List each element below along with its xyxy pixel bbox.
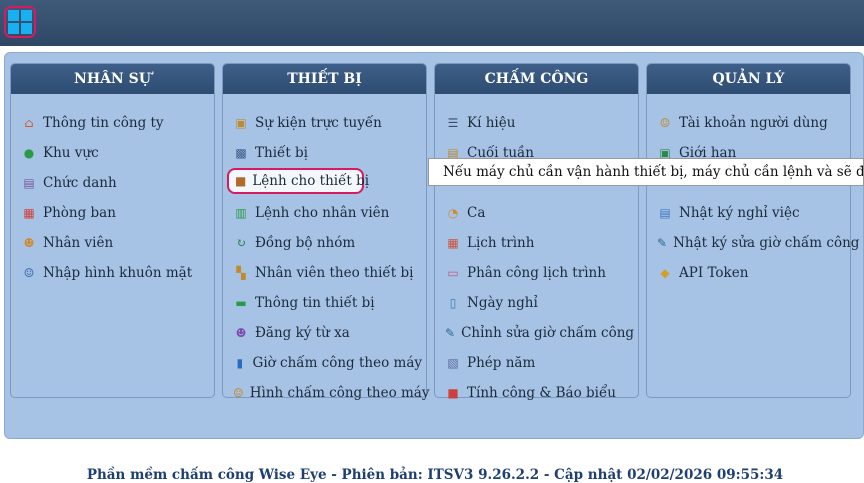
start-menu-panel: NHÂN SỰ ⌂ Thông tin công ty ● Khu vực ▤ …	[4, 52, 864, 483]
menu-item-employee[interactable]: ☻ Nhân viên	[15, 230, 210, 256]
group-icon: ☻	[23, 236, 35, 250]
menu-item-label: Kí hiệu	[467, 115, 516, 131]
menu-item-label: Lịch trình	[467, 235, 535, 251]
menu-item-day-off[interactable]: ▯ Ngày nghỉ	[439, 290, 634, 316]
column-thiet-bi: THIẾT BỊ ▣ Sự kiện trực tuyến ▩ Thiết bị…	[222, 63, 429, 401]
menu-item-label: Tài khoản người dùng	[679, 115, 828, 131]
menu-item-label: Đồng bộ nhóm	[255, 235, 356, 251]
photo-user-icon: ☺	[233, 386, 244, 400]
column-header: CHẤM CÔNG	[435, 64, 638, 94]
document-icon: ▮	[236, 356, 244, 370]
menu-item-label: Lệnh cho nhân viên	[255, 205, 390, 221]
menu-item-group-sync[interactable]: ↻ Đồng bộ nhóm	[227, 230, 422, 256]
id-badge-icon: ▤	[23, 176, 35, 190]
menu-item-machine-photo[interactable]: ☺ Hình chấm công theo máy	[227, 380, 429, 406]
menu-item-position[interactable]: ▤ Chức danh	[15, 170, 210, 196]
menu-item-label: Phép năm	[467, 355, 536, 371]
menu-item-label: Hình chấm công theo máy	[249, 385, 430, 401]
day-off-icon: ▯	[449, 296, 457, 310]
menu-item-label: Nhật ký sửa giờ chấm công	[673, 235, 860, 251]
house-icon: ⌂	[24, 116, 34, 130]
location-pin-icon: ●	[23, 146, 35, 160]
column-header: THIẾT BỊ	[223, 64, 426, 94]
menu-item-label: Phân công lịch trình	[467, 265, 606, 281]
menu-item-device-info[interactable]: ▬ Thông tin thiết bị	[227, 290, 422, 316]
column-cham-cong: CHẤM CÔNG ☰ Kí hiệu ▤ Cuối tuần ◔ Ca ▦ L…	[434, 63, 639, 401]
menu-item-schedule[interactable]: ▦ Lịch trình	[439, 230, 634, 256]
column-header: QUẢN LÝ	[647, 64, 850, 94]
menu-item-label: Nhật ký nghỉ việc	[679, 205, 800, 221]
menu-item-label: Nhân viên	[43, 235, 114, 251]
sync-icon: ↻	[235, 236, 247, 250]
menu-item-employee-by-device[interactable]: ▚ Nhân viên theo thiết bị	[227, 260, 422, 286]
online-event-icon: ▣	[235, 116, 247, 130]
menu-item-resign-log[interactable]: ▤ Nhật ký nghỉ việc	[651, 200, 846, 226]
windows-logo-icon	[8, 10, 32, 34]
menu-item-department[interactable]: ▦ Phòng ban	[15, 200, 210, 226]
menu-item-label: Ca	[467, 205, 486, 221]
column-nhan-su: NHÂN SỰ ⌂ Thông tin công ty ● Khu vực ▤ …	[10, 63, 215, 398]
version-footer: Phần mềm chấm công Wise Eye - Phiên bản:…	[86, 467, 784, 483]
menu-item-label: Thông tin thiết bị	[255, 295, 375, 311]
menu-item-label: Ngày nghỉ	[467, 295, 538, 311]
menu-item-edit-attendance[interactable]: ✎ Chỉnh sửa giờ chấm công	[439, 320, 634, 346]
menu-item-annual-leave[interactable]: ▧ Phép năm	[439, 350, 634, 376]
menu-item-device[interactable]: ▩ Thiết bị	[227, 140, 422, 166]
menu-item-employee-command[interactable]: ▥ Lệnh cho nhân viên	[227, 200, 422, 226]
menu-item-label: Tính công & Báo biểu	[467, 385, 616, 401]
menu-item-user-account[interactable]: ☺ Tài khoản người dùng	[651, 110, 846, 136]
menu-item-label: Giờ chấm công theo máy	[252, 355, 422, 371]
column-quan-ly: QUẢN LÝ ☺ Tài khoản người dùng ▣ Giới hạ…	[646, 63, 859, 398]
edit-log-icon: ✎	[657, 236, 668, 250]
menu-item-label: Chức danh	[43, 175, 117, 191]
menu-item-label: Phòng ban	[43, 205, 116, 221]
org-chart-icon: ▦	[23, 206, 35, 220]
menu-item-area[interactable]: ● Khu vực	[15, 140, 210, 166]
menu-item-label: Đăng ký từ xa	[255, 325, 350, 341]
list-icon: ☰	[447, 116, 459, 130]
remote-register-icon: ☻	[235, 326, 247, 340]
shield-icon: ◆	[660, 266, 670, 280]
schedule-assign-icon: ▭	[447, 266, 459, 280]
column-header: NHÂN SỰ	[11, 64, 214, 94]
resign-log-icon: ▤	[659, 206, 671, 220]
user-account-icon: ☺	[659, 116, 671, 130]
menu-item-company-info[interactable]: ⌂ Thông tin công ty	[15, 110, 210, 136]
device-info-icon: ▬	[235, 296, 247, 310]
annual-leave-icon: ▧	[447, 356, 459, 370]
tooltip: Nếu máy chủ cần vận hành thiết bị, máy c…	[428, 158, 864, 186]
menu-item-face-import[interactable]: ☺ Nhập hình khuôn mặt	[15, 260, 210, 286]
menu-item-device-command[interactable]: ■ Lệnh cho thiết bị	[227, 168, 369, 194]
menu-item-online-event[interactable]: ▣ Sự kiện trực tuyến	[227, 110, 422, 136]
box-icon: ■	[235, 174, 247, 188]
menu-item-label: Chỉnh sửa giờ chấm công	[461, 325, 635, 341]
menu-item-label: Lệnh cho thiết bị	[252, 173, 370, 189]
menu-item-edit-log[interactable]: ✎ Nhật ký sửa giờ chấm công	[651, 230, 859, 256]
menu-item-label: Khu vực	[43, 145, 99, 161]
menu-item-label: Sự kiện trực tuyến	[255, 115, 382, 131]
menu-item-api-token[interactable]: ◆ API Token	[651, 260, 846, 286]
menu-item-symbol[interactable]: ☰ Kí hiệu	[439, 110, 634, 136]
clock-icon: ◔	[447, 206, 459, 220]
employee-command-icon: ▥	[235, 206, 247, 220]
report-icon: ■	[447, 386, 459, 400]
menu-item-label: Nhân viên theo thiết bị	[255, 265, 414, 281]
menu-item-shift[interactable]: ◔ Ca	[439, 200, 634, 226]
user-icon: ☺	[23, 266, 35, 280]
menu-item-label: Nhập hình khuôn mặt	[43, 265, 193, 281]
calendar-icon: ▦	[447, 236, 459, 250]
menu-item-label: Thông tin công ty	[43, 115, 164, 131]
windows-start-button[interactable]	[4, 6, 36, 38]
device-icon: ▩	[235, 146, 247, 160]
menu-item-label: API Token	[679, 265, 749, 281]
menu-item-machine-time[interactable]: ▮ Giờ chấm công theo máy	[227, 350, 422, 376]
menu-item-report[interactable]: ■ Tính công & Báo biểu	[439, 380, 634, 406]
top-bar	[0, 0, 864, 46]
menu-item-schedule-assign[interactable]: ▭ Phân công lịch trình	[439, 260, 634, 286]
menu-item-remote-register[interactable]: ☻ Đăng ký từ xa	[227, 320, 422, 346]
menu-item-label: Thiết bị	[255, 145, 308, 161]
edit-icon: ✎	[445, 326, 456, 340]
employee-device-icon: ▚	[236, 266, 246, 280]
